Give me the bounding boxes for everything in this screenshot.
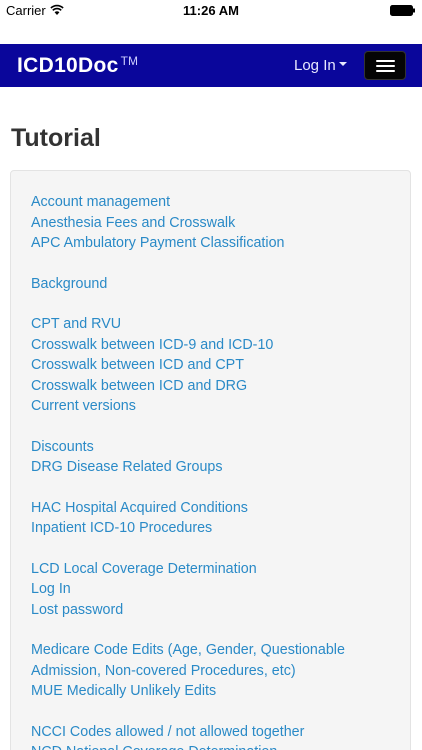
status-bar: Carrier 11:26 AM bbox=[0, 0, 422, 22]
tutorial-link-discounts[interactable]: Discounts bbox=[31, 437, 403, 458]
caret-down-icon bbox=[338, 62, 347, 67]
hamburger-icon-bar bbox=[376, 65, 395, 67]
tutorial-group-n: NCCI Codes allowed / not allowed togethe… bbox=[31, 722, 403, 750]
login-dropdown-toggle[interactable]: Log In bbox=[294, 57, 347, 74]
tutorial-link-drg[interactable]: DRG Disease Related Groups bbox=[31, 457, 403, 478]
tutorial-link-crosswalk-icd9-icd10[interactable]: Crosswalk between ICD-9 and ICD-10 bbox=[31, 335, 403, 356]
tutorial-link-ncd[interactable]: NCD National Coverage Determination bbox=[31, 742, 403, 750]
brand-logo[interactable]: ICD10Doc TM bbox=[17, 54, 138, 78]
navbar: ICD10Doc TM Log In bbox=[0, 44, 422, 87]
tutorial-panel: Account management Anesthesia Fees and C… bbox=[10, 170, 411, 750]
tutorial-link-cpt-rvu[interactable]: CPT and RVU bbox=[31, 314, 403, 335]
tutorial-group-b: Background bbox=[31, 274, 403, 295]
tutorial-group-l: LCD Local Coverage Determination Log In … bbox=[31, 559, 403, 621]
tutorial-group-c: CPT and RVU Crosswalk between ICD-9 and … bbox=[31, 314, 403, 417]
tutorial-link-crosswalk-icd-cpt[interactable]: Crosswalk between ICD and CPT bbox=[31, 355, 403, 376]
tutorial-link-lost-password[interactable]: Lost password bbox=[31, 600, 403, 621]
tutorial-link-mue[interactable]: MUE Medically Unlikely Edits bbox=[31, 681, 403, 702]
hamburger-icon bbox=[376, 60, 395, 62]
tutorial-group-h: HAC Hospital Acquired Conditions Inpatie… bbox=[31, 498, 403, 539]
tutorial-link-log-in[interactable]: Log In bbox=[31, 579, 403, 600]
brand-trademark: TM bbox=[120, 54, 138, 68]
tutorial-link-medicare-code-edits[interactable]: Medicare Code Edits (Age, Gender, Questi… bbox=[31, 640, 403, 681]
tutorial-link-account-management[interactable]: Account management bbox=[31, 192, 403, 213]
page-title: Tutorial bbox=[11, 124, 101, 152]
tutorial-link-crosswalk-icd-drg[interactable]: Crosswalk between ICD and DRG bbox=[31, 376, 403, 397]
tutorial-link-background[interactable]: Background bbox=[31, 274, 403, 295]
tutorial-link-anesthesia-fees[interactable]: Anesthesia Fees and Crosswalk bbox=[31, 213, 403, 234]
status-time: 11:26 AM bbox=[183, 3, 239, 18]
tutorial-group-d: Discounts DRG Disease Related Groups bbox=[31, 437, 403, 478]
tutorial-link-hac[interactable]: HAC Hospital Acquired Conditions bbox=[31, 498, 403, 519]
tutorial-link-lcd[interactable]: LCD Local Coverage Determination bbox=[31, 559, 403, 580]
battery-icon bbox=[390, 5, 415, 16]
tutorial-link-current-versions[interactable]: Current versions bbox=[31, 396, 403, 417]
tutorial-list: Account management Anesthesia Fees and C… bbox=[31, 192, 403, 750]
tutorial-link-ncci[interactable]: NCCI Codes allowed / not allowed togethe… bbox=[31, 722, 403, 743]
tutorial-group-m: Medicare Code Edits (Age, Gender, Questi… bbox=[31, 640, 403, 702]
hamburger-icon-bar bbox=[376, 70, 395, 72]
tutorial-link-apc[interactable]: APC Ambulatory Payment Classification bbox=[31, 233, 403, 254]
brand-name: ICD10Doc bbox=[17, 54, 119, 77]
tutorial-link-inpatient-procedures[interactable]: Inpatient ICD-10 Procedures bbox=[31, 518, 403, 539]
login-label: Log In bbox=[294, 57, 336, 74]
menu-toggle-button[interactable] bbox=[364, 51, 406, 80]
tutorial-group-a: Account management Anesthesia Fees and C… bbox=[31, 192, 403, 254]
